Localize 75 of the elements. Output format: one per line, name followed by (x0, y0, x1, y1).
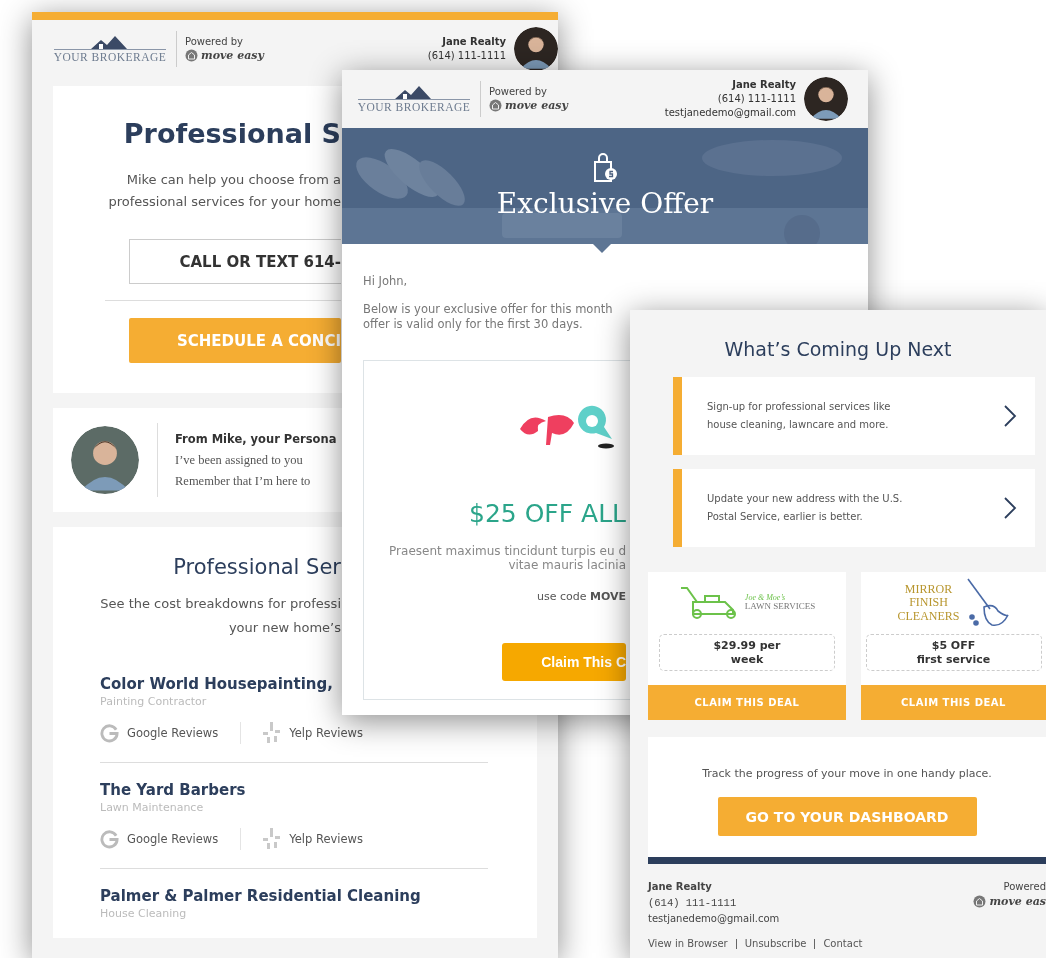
offer-description: Praesent maximus tincidunt turpis eu d (389, 544, 626, 558)
provider-name: Color World Housepainting, (100, 675, 334, 693)
logo-text: FINISH (909, 596, 948, 610)
step-text: Postal Service, earlier is better. (707, 510, 864, 524)
logo-text: LAWN SERVICES (744, 602, 816, 613)
brokerage-logo-text: YOUR BROKERAGE (53, 49, 167, 63)
g-logo-icon (100, 829, 119, 849)
agent-phone: (614) 111-1111 (717, 92, 796, 106)
logo-text: MIRROR (904, 583, 953, 597)
shopping-bag-icon (592, 152, 618, 183)
offer-headline: $25 OFF ALL (469, 499, 626, 528)
intro-text: professional services for your home (108, 193, 341, 211)
note-text: I’ve been assigned to you (175, 451, 304, 469)
moveeasy-logo-text: move eas (989, 895, 1046, 908)
note-heading: From Mike, your Persona (175, 430, 337, 448)
footer-phone: (614) 111-1111 (648, 896, 738, 911)
moveeasy-logo-text: move easy (201, 49, 264, 62)
step-text: Update your new address with the U.S. (707, 492, 904, 506)
next-step-card[interactable]: Sign-up for professional services like house cleaning, lawncare and more. (673, 377, 1035, 455)
chevron-right-icon (1003, 496, 1017, 520)
reviews-link[interactable]: Google Reviews (100, 829, 241, 849)
dashboard-text: Track the progress of your move in one handy place. (702, 767, 992, 780)
powered-by-label: Powered (1003, 881, 1046, 892)
house-circle-icon (489, 99, 502, 112)
footer-name: Jane Realty (648, 880, 713, 894)
provider-name: Palmer & Palmer Residential Cleaning (100, 887, 422, 905)
reviews-link[interactable]: Yelp Reviews (240, 722, 363, 744)
g-logo-icon (100, 723, 119, 743)
house-circle-icon (185, 49, 198, 62)
section-title: Professional Ser (173, 555, 341, 579)
notch-icon (592, 243, 612, 253)
powered-by-label: Powered by (185, 36, 244, 47)
agent-name: Jane Realty (442, 35, 506, 49)
agent-name: Jane Realty (732, 78, 796, 92)
footer-link[interactable]: Unsubscribe (735, 939, 815, 949)
next-step-card[interactable]: Update your new address with the U.S. Postal Service, earlier is better. (673, 469, 1035, 547)
offer-description: vitae mauris lacinia (508, 558, 626, 572)
reviews-link[interactable]: Yelp Reviews (240, 828, 363, 850)
agent-email: testjanedemo@gmail.com (664, 106, 796, 120)
call-button[interactable]: CALL OR TEXT 614- (129, 239, 341, 284)
footer-link[interactable]: View in Browser (648, 939, 736, 949)
footer-link[interactable]: Contact (814, 939, 871, 949)
greeting-text: Hi John, (363, 274, 409, 288)
section-intro-text: your new home’s (228, 619, 341, 637)
banner-title: Exclusive Offer (496, 186, 714, 220)
logo-text: CLEANERS (897, 609, 960, 623)
body-text: Below is your exclusive offer for this month (363, 302, 614, 317)
page-title: Professional S (123, 118, 341, 149)
body-text: offer is valid only for the first 30 days. (363, 317, 584, 332)
price-text: first service (916, 652, 991, 667)
reviews-link[interactable]: Google Reviews (100, 723, 241, 743)
moveeasy-logo-text: move easy (505, 99, 568, 112)
step-text: house cleaning, lawncare and more. (707, 418, 890, 432)
note-text: Remember that I’m here to (175, 472, 312, 490)
intro-text: Mike can help you choose from a (126, 171, 341, 189)
provider-category: Lawn Maintenance (100, 801, 205, 814)
section-intro-text: See the cost breakdowns for professi (100, 595, 341, 613)
section-title: What’s Coming Up Next (723, 338, 953, 360)
house-circle-icon (973, 895, 987, 908)
agent-phone: (614) 111-1111 (427, 49, 506, 63)
logo-text: Joe & Moe’s (744, 593, 786, 603)
burst-icon (263, 828, 282, 850)
chevron-right-icon (1003, 404, 1017, 428)
provider-category: House Cleaning (100, 907, 188, 920)
burst-icon (263, 722, 282, 744)
promo-code-text: use code MOVE (536, 590, 626, 603)
provider-name: The Yard Barbers (100, 781, 247, 799)
powered-by-label: Powered by (489, 86, 548, 97)
provider-category: Painting Contractor (100, 695, 208, 708)
step-text: Sign-up for professional services like (707, 400, 892, 414)
price-text: $29.99 per (713, 638, 781, 653)
footer-email: testjanedemo@gmail.com (648, 912, 781, 926)
price-text: week (730, 652, 764, 667)
brokerage-logo-text: YOUR BROKERAGE (357, 99, 471, 113)
price-text: $5 OFF (931, 638, 976, 653)
